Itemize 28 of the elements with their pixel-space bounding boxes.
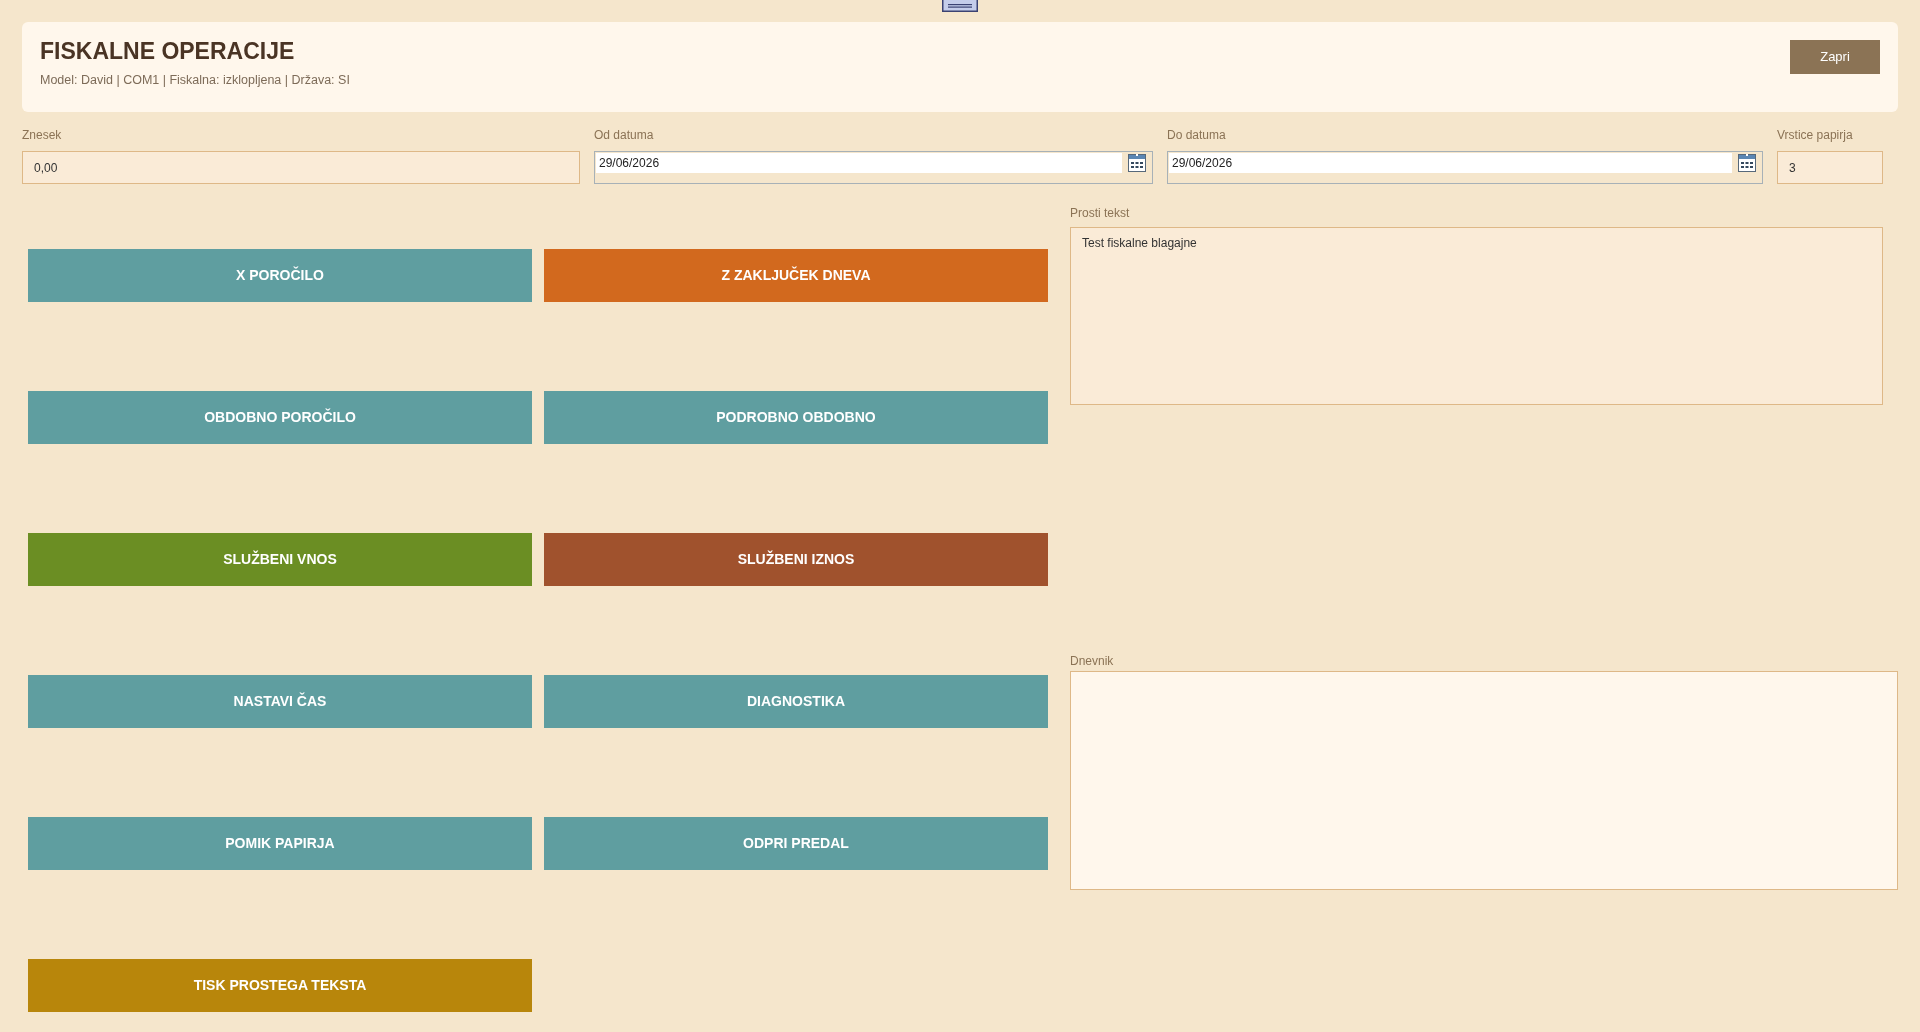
close-button[interactable]: Zapri xyxy=(1790,40,1880,74)
date-picker[interactable]: 29/06/2026 xyxy=(594,151,1153,184)
input-field[interactable]: 0,00 xyxy=(22,151,580,184)
grip-handle-icon[interactable] xyxy=(942,0,978,12)
field-label: Od datuma xyxy=(594,127,655,143)
operation-button[interactable]: NASTAVI ČAS xyxy=(28,675,532,728)
device-status-text: Model: David | COM1 | Fiskalna: izklopljena | Država: SI xyxy=(40,72,350,89)
field-label: Do datuma xyxy=(1167,127,1227,143)
operation-button[interactable]: POMIK PAPIRJA xyxy=(28,817,532,870)
field-label: Dnevnik xyxy=(1070,653,1115,669)
operation-button[interactable]: SLUŽBENI VNOS xyxy=(28,533,532,586)
input-field[interactable]: 3 xyxy=(1777,151,1883,184)
operation-button[interactable]: PODROBNO OBDOBNO xyxy=(544,391,1048,444)
operation-button[interactable]: TISK PROSTEGA TEKSTA xyxy=(28,959,532,1012)
date-picker[interactable]: 29/06/2026 xyxy=(1167,151,1763,184)
page-title: FISKALNE OPERACIJE xyxy=(40,37,296,66)
calendar-icon[interactable] xyxy=(1128,154,1146,172)
text-area[interactable]: Test fiskalne blagajne xyxy=(1070,227,1883,405)
calendar-icon[interactable] xyxy=(1738,154,1756,172)
operation-button[interactable]: Z ZAKLJUČEK DNEVA xyxy=(544,249,1048,302)
field-label: Vrstice papirja xyxy=(1777,127,1854,143)
field-label: Prosti tekst xyxy=(1070,205,1131,221)
field-label: Znesek xyxy=(22,127,63,143)
operation-button[interactable]: DIAGNOSTIKA xyxy=(544,675,1048,728)
operation-button[interactable]: ODPRI PREDAL xyxy=(544,817,1048,870)
operation-button[interactable]: X POROČILO xyxy=(28,249,532,302)
operation-button[interactable]: OBDOBNO POROČILO xyxy=(28,391,532,444)
operation-button[interactable]: SLUŽBENI IZNOS xyxy=(544,533,1048,586)
